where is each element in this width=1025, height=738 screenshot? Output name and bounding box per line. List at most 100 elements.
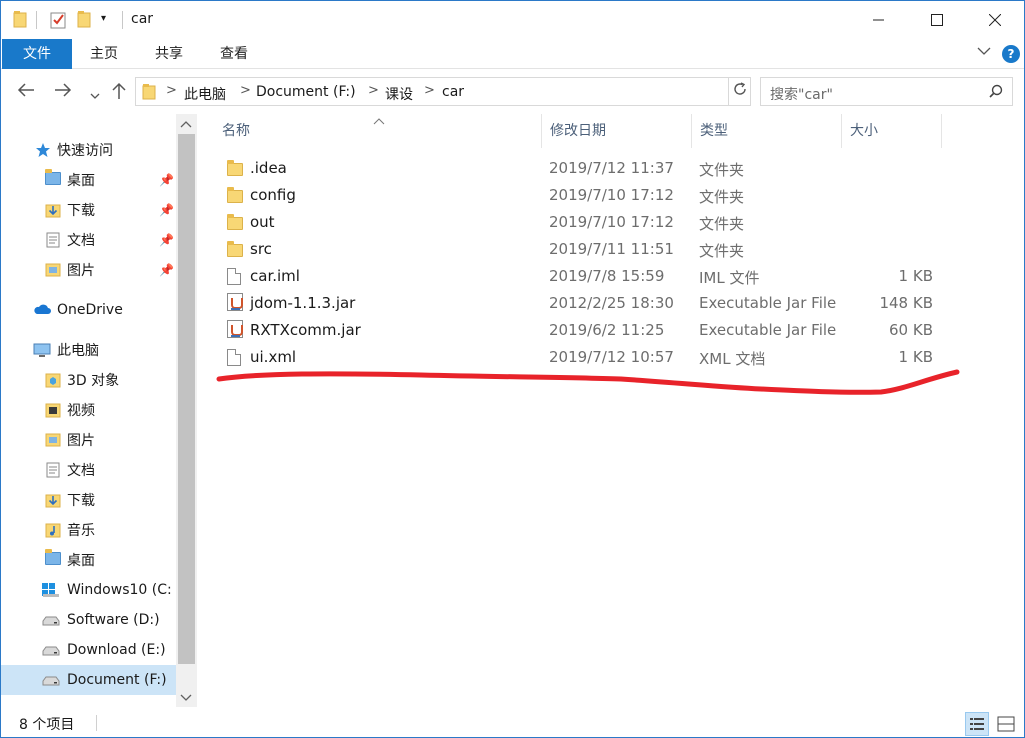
- address-bar[interactable]: > 此电脑 > Document (F:) > 课设 > car: [135, 77, 854, 106]
- nav-label: 图片: [67, 263, 95, 279]
- pin-icon[interactable]: 📌: [159, 173, 174, 187]
- tab-view[interactable]: 查看: [211, 39, 257, 69]
- scroll-up-icon[interactable]: [180, 118, 192, 131]
- cloud-icon: [33, 302, 51, 318]
- minimize-icon: [873, 11, 885, 30]
- tab-share[interactable]: 共享: [146, 39, 192, 69]
- forward-arrow-icon[interactable]: [54, 82, 72, 103]
- pin-icon[interactable]: 📌: [159, 263, 174, 277]
- nav-onedrive[interactable]: OneDrive: [1, 295, 176, 325]
- java-jar-icon: [227, 293, 243, 311]
- nav-quick-pictures[interactable]: 图片 📌: [1, 255, 176, 285]
- tab-file[interactable]: 文件: [2, 39, 72, 69]
- minimize-button[interactable]: [850, 1, 908, 39]
- nav-music[interactable]: 音乐: [1, 515, 176, 545]
- file-row[interactable]: jdom-1.1.3.jar 2012/2/25 18:30 Executabl…: [208, 290, 958, 317]
- nav-downloads[interactable]: 下载: [1, 485, 176, 515]
- explorer-window: ▾ car 文件 主页 共享 查看 ? > 此电脑 > Document (F:…: [0, 0, 1025, 738]
- breadcrumb-course-design[interactable]: 课设: [385, 84, 413, 104]
- drive-icon: [41, 612, 61, 628]
- scroll-down-icon[interactable]: [180, 692, 192, 705]
- star-icon: [35, 142, 51, 158]
- pin-icon[interactable]: 📌: [159, 233, 174, 247]
- navigation-pane: 快速访问 桌面 📌 下载 📌 文档 📌 图片 📌 OneDrive 此电脑 3D…: [1, 114, 197, 707]
- file-size: 60 KB: [889, 321, 933, 339]
- nav-label: 3D 对象: [67, 373, 120, 389]
- nav-quick-documents[interactable]: 文档 📌: [1, 225, 176, 255]
- folder-icon: [13, 11, 27, 32]
- breadcrumb-separator[interactable]: >: [240, 83, 251, 98]
- item-count: 8 个项目: [19, 717, 75, 733]
- nav-drive-c[interactable]: Windows10 (C:: [1, 575, 176, 605]
- file-name: RXTXcomm.jar: [250, 321, 361, 339]
- tab-home[interactable]: 主页: [81, 39, 127, 69]
- nav-label: 快速访问: [57, 143, 113, 159]
- properties-icon[interactable]: [50, 11, 66, 33]
- nav-videos[interactable]: 视频: [1, 395, 176, 425]
- search-placeholder[interactable]: 搜索"car": [770, 84, 833, 104]
- file-type: IML 文件: [699, 269, 760, 287]
- scrollbar-thumb[interactable]: [178, 134, 195, 664]
- customize-toolbar-icon[interactable]: ▾: [101, 13, 106, 24]
- column-header-date[interactable]: 修改日期: [542, 114, 692, 148]
- new-folder-icon[interactable]: [77, 11, 91, 32]
- large-icons-view-button[interactable]: [994, 712, 1018, 736]
- documents-icon: [45, 462, 61, 478]
- column-header-type[interactable]: 类型: [692, 114, 842, 148]
- nav-label: 视频: [67, 403, 95, 419]
- recent-locations-icon[interactable]: [90, 84, 100, 105]
- breadcrumb-separator[interactable]: >: [368, 83, 379, 98]
- breadcrumb-document-drive[interactable]: Document (F:): [256, 84, 356, 100]
- nav-scrollbar[interactable]: [176, 114, 197, 707]
- file-row[interactable]: src 2019/7/11 11:51 文件夹: [208, 236, 958, 263]
- breadcrumb-car[interactable]: car: [442, 84, 464, 100]
- search-box[interactable]: 搜索"car": [760, 77, 1013, 106]
- nav-label: 下载: [67, 493, 95, 509]
- back-arrow-icon[interactable]: [17, 82, 35, 103]
- file-row[interactable]: ui.xml 2019/7/12 10:57 XML 文档 1 KB: [208, 344, 958, 371]
- nav-quick-downloads[interactable]: 下载 📌: [1, 195, 176, 225]
- document-icon: [227, 268, 243, 285]
- nav-quick-desktop[interactable]: 桌面 📌: [1, 165, 176, 195]
- pin-icon[interactable]: 📌: [159, 203, 174, 217]
- file-row[interactable]: .idea 2019/7/12 11:37 文件夹: [208, 155, 958, 182]
- column-header-size[interactable]: 大小: [842, 114, 942, 148]
- nav-label: 图片: [67, 433, 95, 449]
- file-date: 2019/7/12 11:37: [549, 159, 674, 177]
- breadcrumb-separator[interactable]: >: [166, 83, 177, 98]
- file-name: ui.xml: [250, 348, 297, 366]
- nav-desktop[interactable]: 桌面: [1, 545, 176, 575]
- nav-drive-e[interactable]: Download (E:): [1, 635, 176, 665]
- computer-icon: [33, 342, 51, 358]
- nav-drive-f[interactable]: Document (F:): [1, 665, 176, 695]
- nav-3d-objects[interactable]: 3D 对象: [1, 365, 176, 395]
- file-row[interactable]: RXTXcomm.jar 2019/6/2 11:25 Executable J…: [208, 317, 958, 344]
- file-date: 2019/7/12 10:57: [549, 348, 674, 366]
- nav-this-pc[interactable]: 此电脑: [1, 335, 176, 365]
- nav-quick-access[interactable]: 快速访问: [1, 135, 176, 165]
- java-jar-icon: [227, 320, 243, 338]
- up-arrow-icon[interactable]: [111, 82, 127, 105]
- breadcrumb-this-pc[interactable]: 此电脑: [184, 84, 226, 104]
- downloads-icon: [45, 492, 61, 508]
- search-icon[interactable]: [989, 84, 1003, 98]
- help-button[interactable]: ?: [1002, 45, 1020, 63]
- expand-ribbon-icon[interactable]: [977, 45, 991, 60]
- file-type: 文件夹: [699, 215, 745, 233]
- nav-drive-d[interactable]: Software (D:): [1, 605, 176, 635]
- file-row[interactable]: config 2019/7/10 17:12 文件夹: [208, 182, 958, 209]
- nav-label: 桌面: [67, 553, 95, 569]
- file-type: 文件夹: [699, 161, 745, 179]
- close-button[interactable]: [966, 1, 1024, 39]
- folder-icon: [142, 84, 156, 104]
- details-view-button[interactable]: [965, 712, 989, 736]
- breadcrumb-separator[interactable]: >: [424, 83, 435, 98]
- refresh-button[interactable]: [728, 77, 750, 106]
- nav-pictures[interactable]: 图片: [1, 425, 176, 455]
- file-row[interactable]: out 2019/7/10 17:12 文件夹: [208, 209, 958, 236]
- file-type: Executable Jar File: [699, 321, 837, 339]
- nav-documents[interactable]: 文档: [1, 455, 176, 485]
- desktop-folder-icon: [45, 169, 61, 188]
- maximize-button[interactable]: [908, 1, 966, 39]
- file-row[interactable]: car.iml 2019/7/8 15:59 IML 文件 1 KB: [208, 263, 958, 290]
